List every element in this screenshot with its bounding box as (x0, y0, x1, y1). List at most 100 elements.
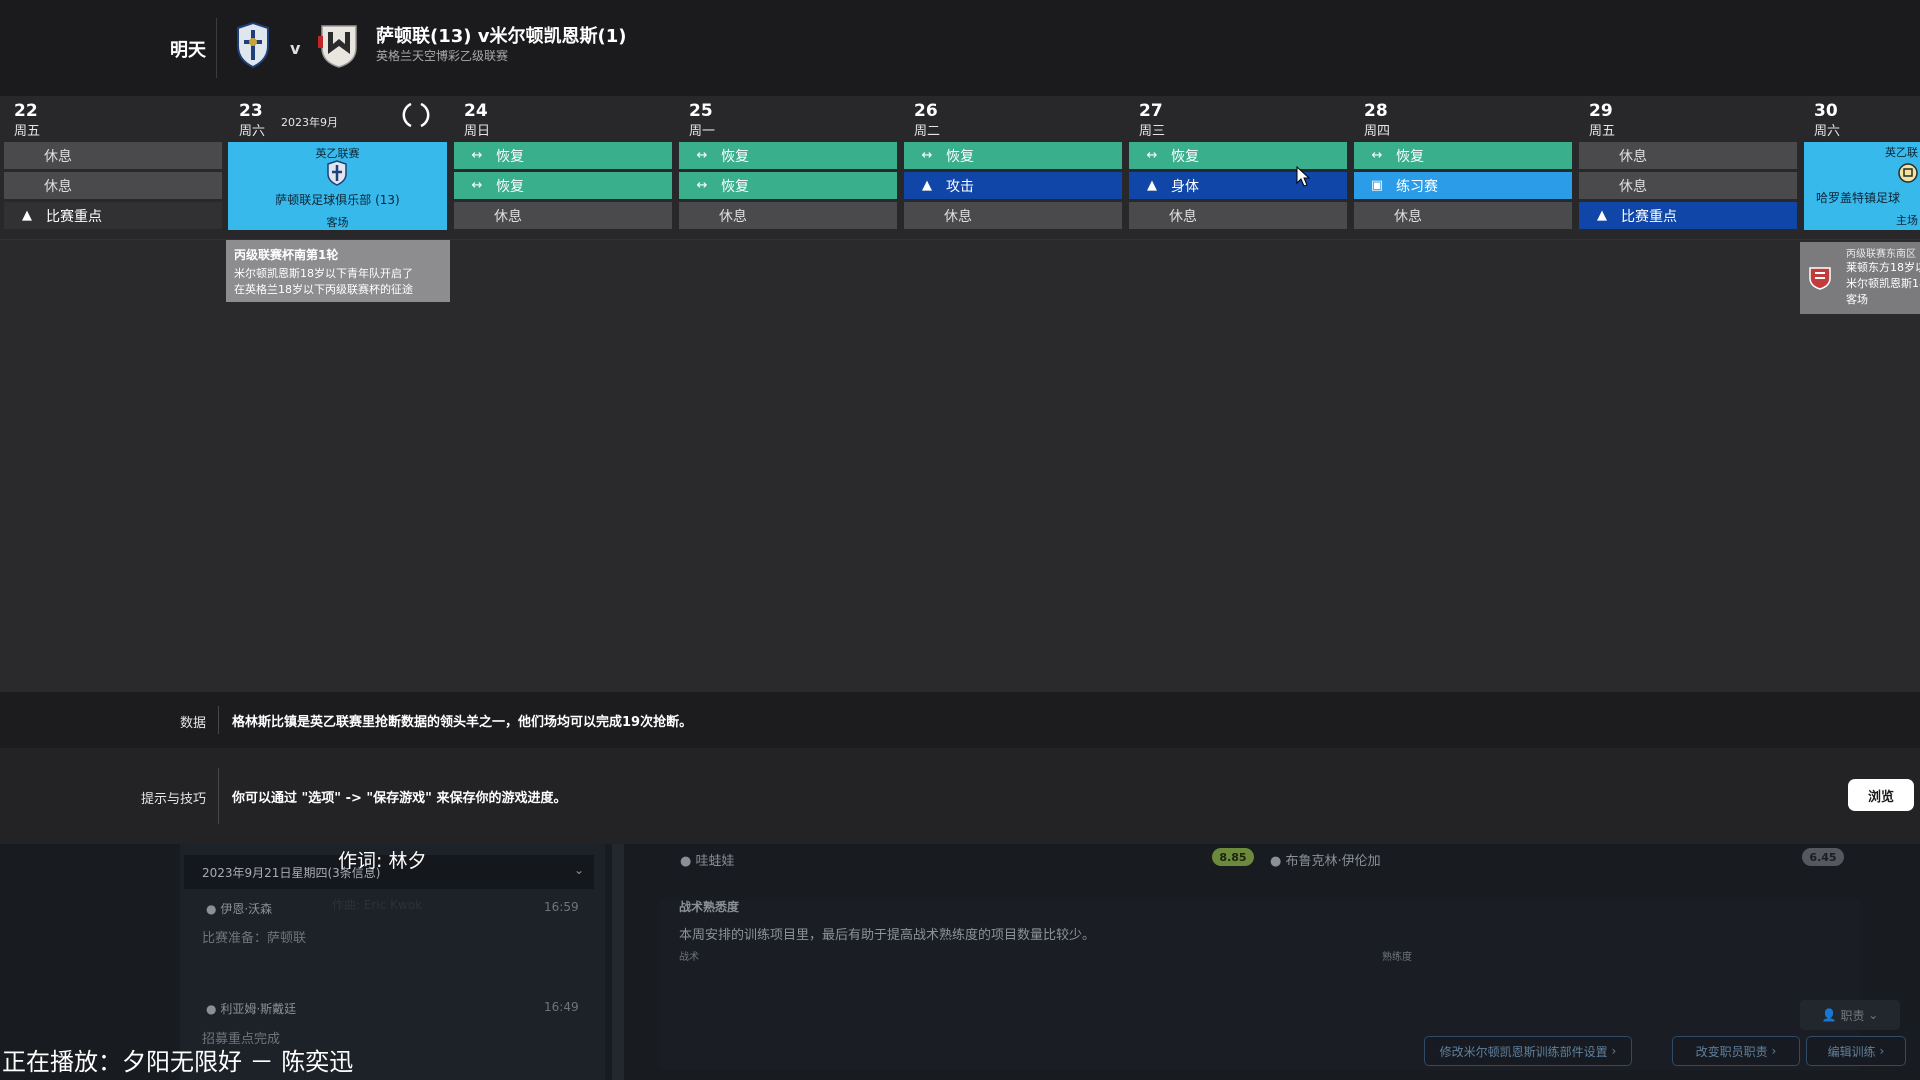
news-sender[interactable]: ● 伊恩·沃森 (206, 900, 272, 917)
session-slot[interactable]: 休息 (4, 172, 222, 199)
match-focus-icon: ▲ (1597, 208, 1607, 223)
bar-divider (218, 706, 219, 734)
day-number: 26 (914, 101, 938, 121)
session-slot[interactable]: ▲ 比赛重点 (1579, 202, 1797, 229)
day-column-27: 27 周三 ↔ 恢复 ▲ 身体 休息 (1125, 96, 1350, 239)
session-label: 恢复 (946, 148, 974, 165)
session-slot[interactable]: ↔ 恢复 (679, 142, 897, 169)
now-playing-overlay: 正在播放：夕阳无限好 － 陈奕迅 (2, 1048, 354, 1076)
mk-dons-crest-icon[interactable] (318, 20, 360, 70)
versus-label: v (290, 39, 301, 58)
column-familiarity: 熟练度 (1382, 952, 1412, 963)
next-match-card[interactable]: 英乙联 哈罗盖特镇足球 主场 (1804, 142, 1920, 230)
session-label: 恢复 (496, 178, 524, 195)
session-slot[interactable]: ↔ 恢复 (1354, 142, 1572, 169)
session-label: 恢复 (496, 148, 524, 165)
next-match-day: 明天 (170, 40, 206, 61)
match-title[interactable]: 萨顿联(13) v米尔顿凯恩斯(1) (376, 22, 626, 48)
day-weekday: 周五 (1589, 124, 1616, 139)
role-button[interactable]: 👤 职责 ⌄ (1800, 1000, 1900, 1030)
browse-button[interactable]: 浏览 (1848, 779, 1914, 811)
recovery-icon: ↔ (696, 178, 708, 193)
news-sender-name: 伊恩·沃森 (220, 902, 273, 916)
session-slot[interactable]: ↔ 恢复 (679, 172, 897, 199)
attack-icon: ▲ (922, 178, 932, 193)
person-icon: ● (206, 1002, 217, 1016)
player-rating: 6.45 (1802, 848, 1844, 866)
news-sender[interactable]: ● 利亚姆·斯戴廷 (206, 1000, 296, 1017)
session-label: 比赛重点 (46, 208, 102, 225)
session-slot[interactable]: 休息 (904, 202, 1122, 229)
change-staff-duties-button[interactable]: 改变职员职责 › (1672, 1036, 1800, 1066)
session-slot[interactable]: ▣ 练习赛 (1354, 172, 1572, 199)
session-slot[interactable]: 休息 (1354, 202, 1572, 229)
player-name: 哇蛙娃 (695, 854, 735, 869)
next-match-opponent: 哈罗盖特镇足球 (1816, 191, 1901, 205)
session-slot[interactable]: 休息 (454, 202, 672, 229)
session-slot[interactable]: ▲ 比赛重点 (4, 202, 222, 229)
panel-separator (612, 844, 624, 1080)
day-weekday: 周五 (14, 124, 41, 139)
friendly-match-icon: ▣ (1370, 178, 1384, 193)
next-match-venue: 主场 (1896, 214, 1918, 227)
button-label: 修改米尔顿凯恩斯训练部件设置 (1439, 1044, 1608, 1059)
person-icon: ● (1270, 854, 1282, 869)
day-number: 22 (14, 101, 38, 121)
session-slot[interactable]: ↔ 恢复 (904, 142, 1122, 169)
tooltip-line: 在英格兰18岁以下丙级联赛杯的征途 (234, 283, 413, 296)
edit-mk-training-settings-button[interactable]: 修改米尔顿凯恩斯训练部件设置 › (1424, 1036, 1632, 1066)
session-slot[interactable]: ▲ 攻击 (904, 172, 1122, 199)
tooltip-title: 丙级联赛杯南第1轮 (234, 248, 339, 262)
news-subject[interactable]: 比赛准备：萨顿联 (202, 927, 306, 946)
session-slot[interactable]: 休息 (4, 142, 222, 169)
session-label: 恢复 (1396, 148, 1424, 165)
news-sender-name: 利亚姆·斯戴廷 (220, 1002, 297, 1016)
button-label: 编辑训练 (1827, 1044, 1876, 1059)
match-venue: 客场 (326, 216, 349, 229)
session-slot[interactable]: ↔ 恢复 (454, 172, 672, 199)
day-column-26: 26 周二 ↔ 恢复 ▲ 攻击 休息 (900, 96, 1125, 239)
session-slot[interactable]: 休息 (1579, 142, 1797, 169)
day-weekday: 周三 (1139, 124, 1166, 139)
player-row[interactable]: ● 布鲁克林·伊伦加 (1270, 850, 1381, 869)
day-number: 24 (464, 101, 488, 121)
opponent-crest-icon (327, 160, 347, 186)
session-slot[interactable]: ↔ 恢复 (1129, 142, 1347, 169)
news-time: 16:59 (544, 900, 579, 914)
person-icon: ● (680, 854, 692, 869)
match-header: 明天 v 萨顿联(13) v米尔顿凯恩斯(1) 英格兰天空博彩乙级联赛 (0, 0, 1920, 96)
competition-name: 英格兰天空博彩乙级联赛 (376, 49, 509, 63)
tooltip-line: 客场 (1846, 293, 1868, 306)
player-row[interactable]: ● 哇蛙娃 (680, 850, 735, 869)
day-weekday: 周六 (239, 124, 266, 139)
month-label: 2023年9月 (281, 116, 338, 129)
news-time: 16:49 (544, 1000, 579, 1014)
chevron-down-icon: ⌄ (1868, 1008, 1879, 1022)
leyton-orient-crest-icon (1809, 267, 1831, 290)
day-number: 29 (1589, 101, 1613, 121)
mouse-cursor-icon (1296, 166, 1310, 187)
session-slot[interactable]: ↔ 恢复 (454, 142, 672, 169)
day-column-25: 25 周一 ↔ 恢复 ↔ 恢复 休息 (675, 96, 900, 239)
physical-icon: ▲ (1147, 178, 1157, 193)
session-slot[interactable]: 休息 (679, 202, 897, 229)
sutton-crest-icon[interactable] (232, 20, 274, 70)
session-slot[interactable]: 休息 (1579, 172, 1797, 199)
recovery-icon: ↔ (921, 148, 933, 163)
day-column-29: 29 周五 休息 休息 ▲ 比赛重点 (1575, 96, 1800, 239)
session-label: 恢复 (721, 148, 749, 165)
tactic-heading: 战术熟悉度 (679, 900, 740, 914)
match-opponent: 萨顿联足球俱乐部 (13) (275, 193, 400, 207)
refresh-icon[interactable] (401, 100, 431, 130)
day-number: 27 (1139, 101, 1163, 121)
button-label: 改变职员职责 (1695, 1044, 1768, 1059)
session-label: 休息 (1619, 178, 1647, 195)
edit-training-button[interactable]: 编辑训练 › (1806, 1036, 1906, 1066)
player-name: 布鲁克林·伊伦加 (1285, 854, 1381, 869)
match-day-card[interactable]: 英乙联赛 萨顿联足球俱乐部 (13) 客场 (228, 142, 447, 230)
session-slot[interactable]: ▲ 身体 (1129, 172, 1347, 199)
session-label: 身体 (1171, 178, 1199, 195)
session-label: 休息 (44, 148, 72, 165)
session-slot[interactable]: 休息 (1129, 202, 1347, 229)
chevron-down-icon: ⌄ (573, 863, 584, 877)
